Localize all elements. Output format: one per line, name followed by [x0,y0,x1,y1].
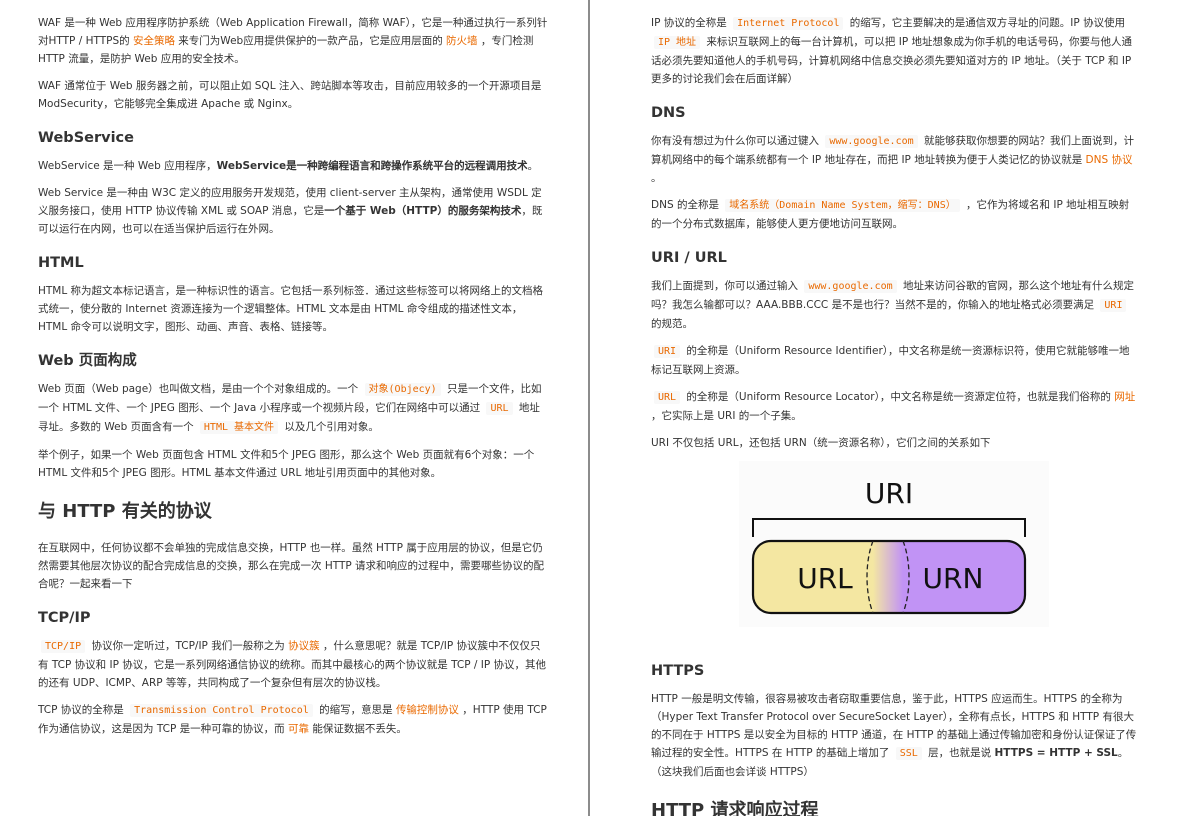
right-page: IP 协议的全称是 Internet Protocol 的缩写，它主要解决的是通… [590,0,1181,816]
waf-paragraph-1: WAF 是一种 Web 应用程序防护系统（Web Application Fir… [38,17,548,65]
http-flow-heading: HTTP 请求响应过程 [651,799,1137,816]
tcpip-paragraph-2: TCP 协议的全称是 Transmission Control Protocol… [38,704,547,735]
web-page-paragraph-2: 举个例子，如果一个 Web 页面包含 HTML 文件和5个 JPEG 图形，那么… [38,449,535,479]
uri-relation-paragraph: URI 不仅包括 URL，还包括 URN（统一资源名称），它们之间的关系如下 [651,437,991,449]
tcpip-heading: TCP/IP [38,610,91,626]
html-heading: HTML [38,255,84,271]
webservice-heading: WebService [38,130,134,146]
diagram-url-label: URL [797,562,853,595]
webservice-paragraph-1: WebService 是一种 Web 应用程序，WebService是一种跨编程… [38,160,539,172]
overlap-region [873,541,903,613]
uri-url-heading: URI / URL [651,250,727,266]
html-paragraph: HTML 称为超文本标记语言，是一种标识性的语言。它包括一系列标签．通过这些标签… [38,285,544,333]
left-page: WAF 是一种 Web 应用程序防护系统（Web Application Fir… [0,0,588,816]
web-page-paragraph-1: Web 页面（Web page）也叫做文档，是由一个个对象组成的。一个 对象(O… [38,383,542,434]
protocols-paragraph: 在互联网中，任何协议都不会单独的完成信息交换，HTTP 也一样。虽然 HTTP … [38,542,545,590]
uri-url-urn-diagram: URI URL URN [739,461,1049,627]
waf-paragraph-2: WAF 通常位于 Web 服务器之前，可以阻止如 SQL 注入、跨站脚本等攻击，… [38,80,542,110]
protocols-heading: 与 HTTP 有关的协议 [38,501,212,522]
diagram-urn-label: URN [923,562,984,595]
uri-paragraph-2: URI 的全称是（Uniform Resource Identifier），中文… [651,345,1130,376]
tcpip-paragraph-1: TCP/IP 协议你一定听过，TCP/IP 我们一般称之为 协议簇 ，什么意思呢… [38,640,547,689]
https-heading: HTTPS [651,663,705,679]
ip-paragraph: IP 协议的全称是 Internet Protocol 的缩写，它主要解决的是通… [651,17,1133,85]
dns-heading: DNS [651,105,686,121]
diagram-uri-label: URI [865,477,913,510]
uri-paragraph-1: 我们上面提到，你可以通过输入 www.google.com 地址来访问谷歌的官网… [651,280,1134,330]
web-page-heading: Web 页面构成 [38,353,137,369]
webservice-paragraph-2: Web Service 是一种由 W3C 定义的应用服务开发规范，使用 clie… [38,187,543,235]
url-paragraph: URL 的全称是（Uniform Resource Locator），中文名称是… [651,391,1136,422]
dns-paragraph-1: 你有没有想过为什么你可以通过键入 www.google.com 就能够获取你想要… [651,135,1134,184]
https-paragraph: HTTP 一般是明文传输，很容易被攻击者窃取重要信息，鉴于此，HTTPS 应运而… [651,693,1137,778]
dns-paragraph-2: DNS 的全称是 域名系统（Domain Name System，缩写：DNS）… [651,199,1130,230]
